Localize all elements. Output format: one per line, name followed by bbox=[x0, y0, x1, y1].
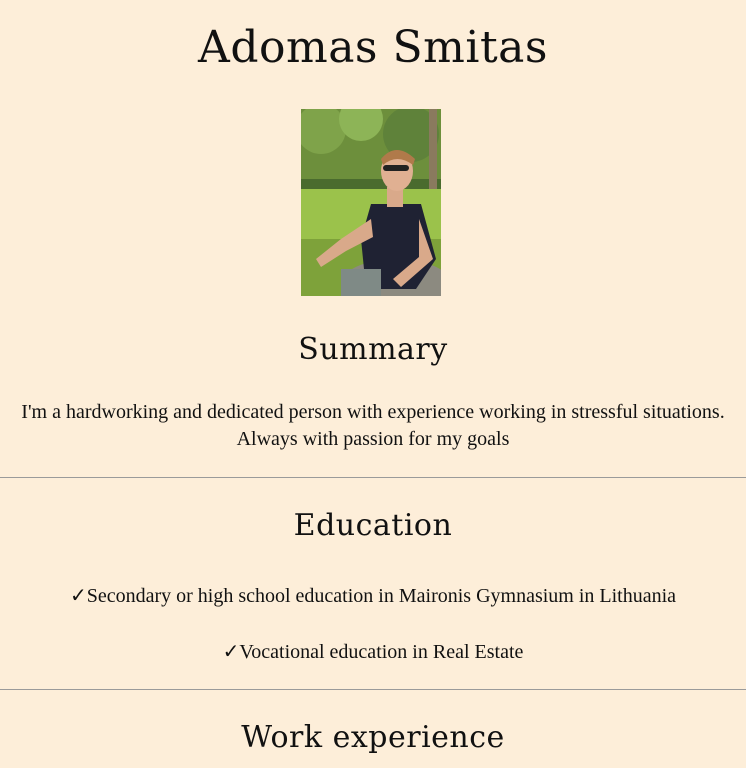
education-item-text: Secondary or high school education in Ma… bbox=[86, 585, 677, 607]
education-item: ✓Vocational education in Real Estate bbox=[10, 638, 736, 666]
page-title: Adomas Smitas bbox=[198, 22, 548, 73]
check-icon: ✓ bbox=[69, 583, 87, 607]
profile-photo bbox=[301, 109, 441, 296]
check-icon: ✓ bbox=[222, 639, 240, 663]
divider bbox=[0, 477, 746, 478]
summary-heading: Summary bbox=[298, 332, 448, 367]
work-experience-heading: Work experience bbox=[241, 720, 505, 755]
education-item-text: Vocational education in Real Estate bbox=[239, 641, 524, 663]
divider bbox=[0, 689, 746, 690]
education-item: ✓Secondary or high school education in M… bbox=[10, 582, 736, 610]
summary-text: I'm a hardworking and dedicated person w… bbox=[21, 401, 725, 450]
education-heading: Education bbox=[293, 508, 453, 543]
